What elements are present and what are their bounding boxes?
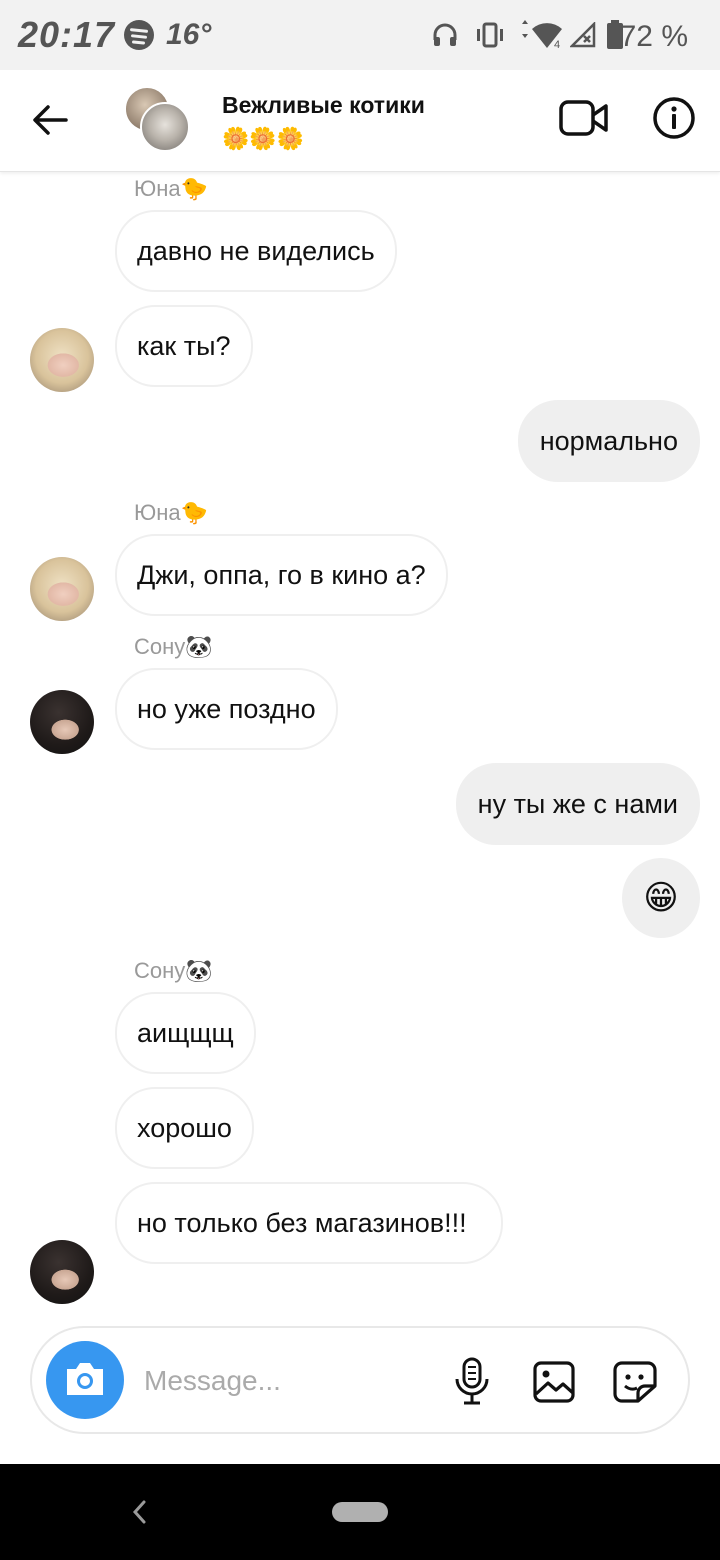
nav-back-icon[interactable] [126,1494,152,1530]
chat-title[interactable]: Вежливые котики [222,92,425,119]
group-avatar-photo-2 [140,102,190,152]
sender-name: Сону🐼 [134,634,213,659]
spotify-icon [124,20,154,50]
group-avatar[interactable] [124,86,190,152]
avatar-sonu[interactable] [30,690,94,754]
sender-name: Юна🐤 [134,500,209,525]
message-bubble-outgoing[interactable]: нормально [517,400,700,482]
avatar-yuna[interactable] [30,557,94,621]
system-navigation-bar [0,1464,720,1560]
avatar-yuna[interactable] [30,328,94,392]
back-arrow-icon[interactable] [28,98,72,142]
camera-button[interactable] [46,1341,124,1419]
message-bubble-incoming[interactable]: аищщщ [115,992,256,1074]
nav-home-pill[interactable] [332,1502,388,1522]
sender-name: Юна🐤 [134,176,209,201]
dm-chat-screen: 20:17 16° 4 72 % Вежливые котики 🌼🌼🌼 Юна… [0,0,720,1560]
info-icon[interactable] [652,96,696,140]
message-bubble-incoming[interactable]: но уже поздно [115,668,338,750]
status-temperature: 16° [166,18,212,51]
message-bubble-incoming[interactable]: Джи, оппа, го в кино а? [115,534,448,616]
gallery-icon[interactable] [532,1360,576,1404]
message-input[interactable] [144,1358,424,1404]
message-bubble-incoming[interactable]: как ты? [115,305,253,387]
message-composer [30,1326,690,1434]
microphone-icon[interactable] [452,1356,492,1406]
vibrate-icon [477,22,503,48]
svg-text:4: 4 [554,39,560,50]
camera-icon [67,1363,103,1395]
message-bubble-incoming[interactable]: но только без магазинов!!! [115,1182,503,1264]
signal-icon [570,22,596,48]
avatar-sonu[interactable] [30,1240,94,1304]
sender-name: Сону🐼 [134,958,213,983]
status-time: 20:17 [18,14,116,55]
sticker-icon[interactable] [612,1360,658,1404]
message-bubble-incoming[interactable]: хорошо [115,1087,254,1169]
battery-percent: 72 % [619,20,688,53]
message-bubble-incoming[interactable]: давно не виделись [115,210,397,292]
chat-subtitle: 🌼🌼🌼 [222,126,305,151]
headphones-icon [433,23,457,46]
emoji-message-bubble[interactable]: 😁 [622,858,700,938]
wifi-icon: 4 [522,20,562,50]
status-bar: 20:17 16° 4 72 % [0,0,720,70]
message-bubble-outgoing[interactable]: ну ты же с нами [455,763,700,845]
video-call-icon[interactable] [558,96,610,140]
chat-header: Вежливые котики 🌼🌼🌼 [0,70,720,172]
